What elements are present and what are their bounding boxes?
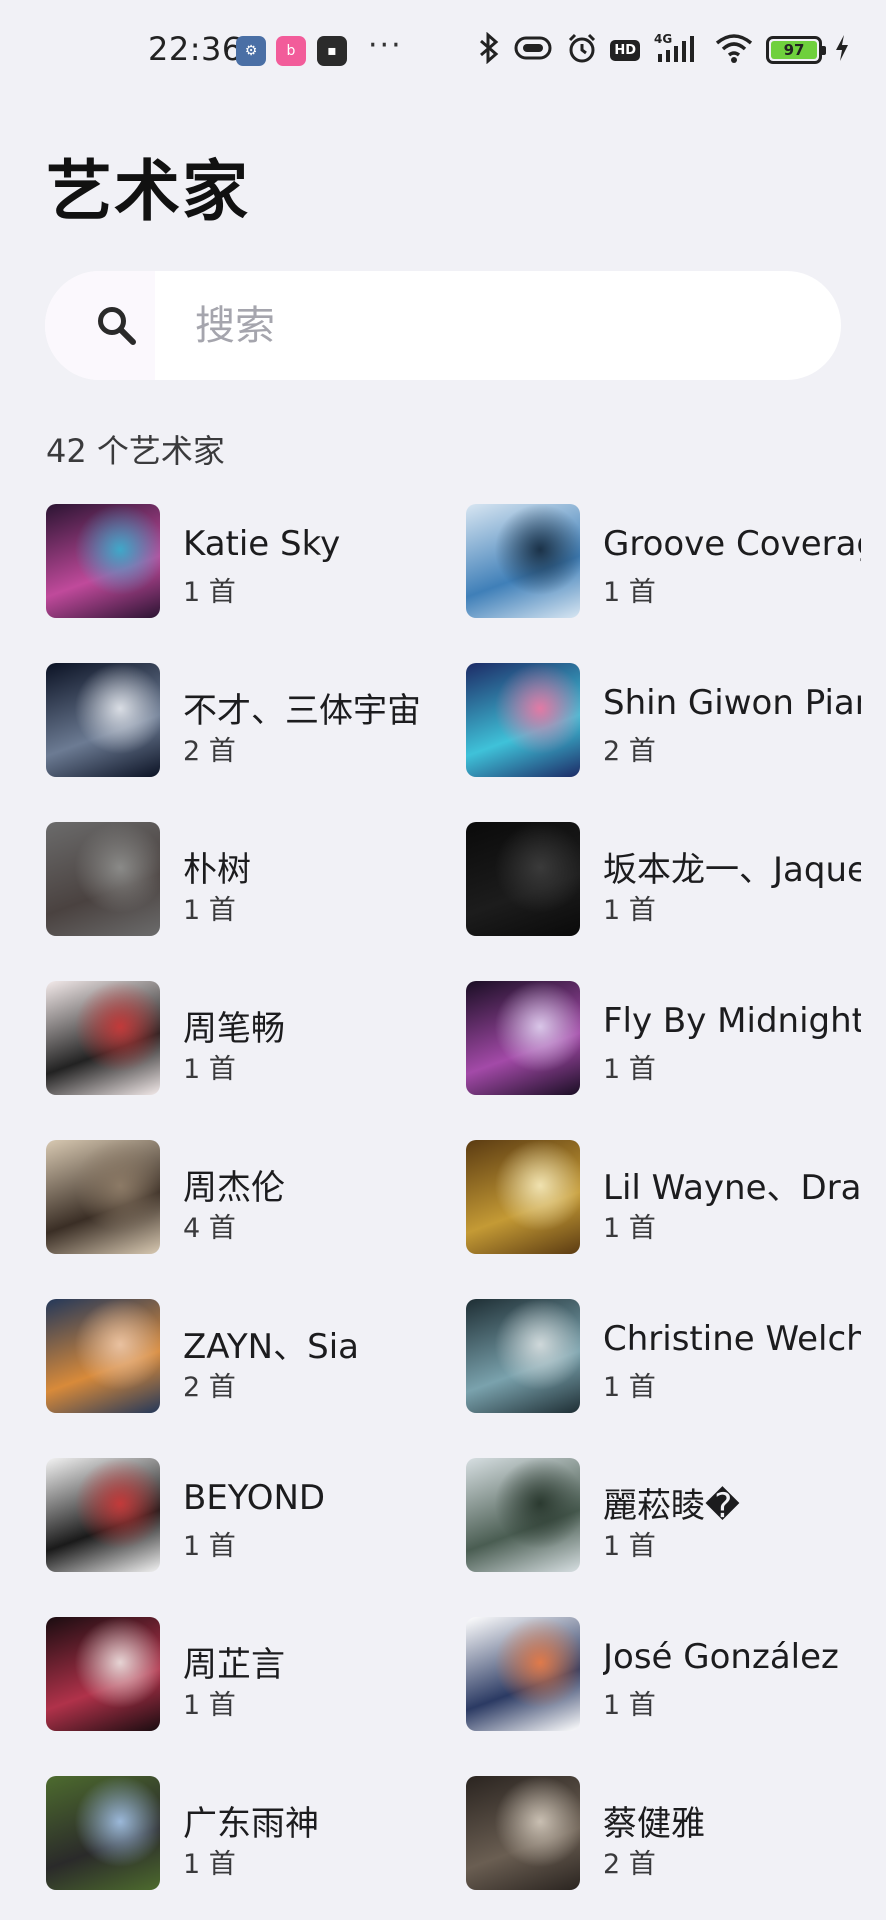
artist-card[interactable]: 广东雨神 1 首 [46,1776,446,1890]
artist-cover-image [466,822,580,936]
artist-name: 周笔畅 [183,1009,285,1049]
artist-card[interactable]: 坂本龙一、Jaques Morelenbaum 1 首 [466,822,866,936]
artist-song-count: 1 首 [603,1372,656,1403]
artist-card[interactable]: Shin Giwon Piano 2 首 [466,663,866,777]
artist-cover-image [466,981,580,1095]
notes-app-icon: ▪ [317,36,347,66]
search-bar[interactable] [45,271,841,380]
search-input[interactable] [195,271,815,380]
artist-card[interactable]: 不才、三体宇宙 2 首 [46,663,446,777]
artist-name: BEYOND [183,1478,326,1518]
artist-song-count: 1 首 [183,1849,236,1880]
artist-card[interactable]: José González 1 首 [466,1617,866,1731]
artist-card[interactable]: Groove Coverage 1 首 [466,504,866,618]
artist-name: 周芷言 [183,1645,285,1685]
artist-card[interactable]: Christine Welch 1 首 [466,1299,866,1413]
artist-song-count: 2 首 [603,736,656,767]
artist-card[interactable]: Lil Wayne、Drake 1 首 [466,1140,866,1254]
artist-card[interactable]: 朴树 1 首 [46,822,446,936]
artist-song-count: 1 首 [183,1531,236,1562]
artist-cover-image [46,1458,160,1572]
artist-card[interactable]: 蔡健雅 2 首 [466,1776,866,1890]
search-icon [98,307,136,345]
bluetooth-icon [478,31,500,68]
bilibili-app-icon: b [276,36,306,66]
artist-card[interactable]: 周芷言 1 首 [46,1617,446,1731]
artist-cover-image [466,1617,580,1731]
artist-cover-image [466,1299,580,1413]
artist-song-count: 1 首 [183,577,236,608]
artist-name: 朴树 [183,850,251,890]
settings-app-icon: ⚙ [236,36,266,66]
artist-name: Shin Giwon Piano [603,683,861,723]
artist-cover-image [46,981,160,1095]
wifi-icon [714,32,754,68]
artist-card[interactable]: 周杰伦 4 首 [46,1140,446,1254]
more-notifications-icon: ··· [368,28,403,63]
artist-cover-image [466,1776,580,1890]
battery-icon: 97 [766,36,826,64]
artist-cover-image [466,504,580,618]
artist-name: 蔡健雅 [603,1804,705,1844]
artist-song-count: 1 首 [603,577,656,608]
artist-cover-image [46,504,160,618]
artist-cover-image [46,822,160,936]
page-title: 艺术家 [46,153,250,230]
artist-song-count: 1 首 [183,1690,236,1721]
status-time: 22:36 [148,30,243,68]
artist-song-count: 1 首 [603,1531,656,1562]
artist-cover-image [466,1458,580,1572]
artist-cover-image [46,1299,160,1413]
artist-name: José González [603,1637,839,1677]
artist-song-count: 1 首 [183,895,236,926]
artist-card[interactable]: 麗菘睖� 1 首 [466,1458,866,1572]
artist-cover-image [46,1617,160,1731]
artist-song-count: 1 首 [183,1054,236,1085]
artist-card[interactable]: Fly By Midnight 1 首 [466,981,866,1095]
status-bar: 22:36 ⚙ b ▪ ··· HD 4G 97 [0,0,886,100]
artist-cover-image [466,1140,580,1254]
artist-count: 42 个艺术家 [46,432,225,470]
artist-song-count: 2 首 [183,736,236,767]
artist-name: Groove Coverage [603,524,861,564]
artist-cover-image [46,1140,160,1254]
artist-card[interactable]: ZAYN、Sia 2 首 [46,1299,446,1413]
artist-cover-image [46,1776,160,1890]
charging-icon [834,33,850,67]
artist-name: 广东雨神 [183,1804,319,1844]
artist-name: 坂本龙一、Jaques Morelenbaum [603,850,861,890]
artist-card[interactable]: Katie Sky 1 首 [46,504,446,618]
artist-name: Fly By Midnight [603,1001,861,1041]
status-icons: HD 4G 97 [478,31,850,68]
artist-name: 周杰伦 [183,1168,285,1208]
artist-song-count: 1 首 [603,1690,656,1721]
vibrate-icon [512,34,554,66]
artist-name: Katie Sky [183,524,341,564]
signal-icon: 4G [652,32,702,68]
artist-name: 麗菘睖� [603,1486,740,1526]
artist-song-count: 2 首 [603,1849,656,1880]
artist-song-count: 1 首 [603,895,656,926]
artist-card[interactable]: 周笔畅 1 首 [46,981,446,1095]
artist-cover-image [466,663,580,777]
artist-name: ZAYN、Sia [183,1327,359,1367]
artist-name: Christine Welch [603,1319,861,1359]
battery-level: 97 [771,41,817,59]
artist-song-count: 1 首 [603,1213,656,1244]
artist-song-count: 1 首 [603,1054,656,1085]
artist-name: 不才、三体宇宙 [183,691,421,731]
artist-song-count: 2 首 [183,1372,236,1403]
artist-cover-image [46,663,160,777]
artist-name: Lil Wayne、Drake [603,1168,861,1208]
alarm-icon [566,32,598,68]
artist-card[interactable]: BEYOND 1 首 [46,1458,446,1572]
network-type-label: 4G [654,32,672,46]
hd-icon: HD [610,39,640,61]
artist-song-count: 4 首 [183,1213,236,1244]
